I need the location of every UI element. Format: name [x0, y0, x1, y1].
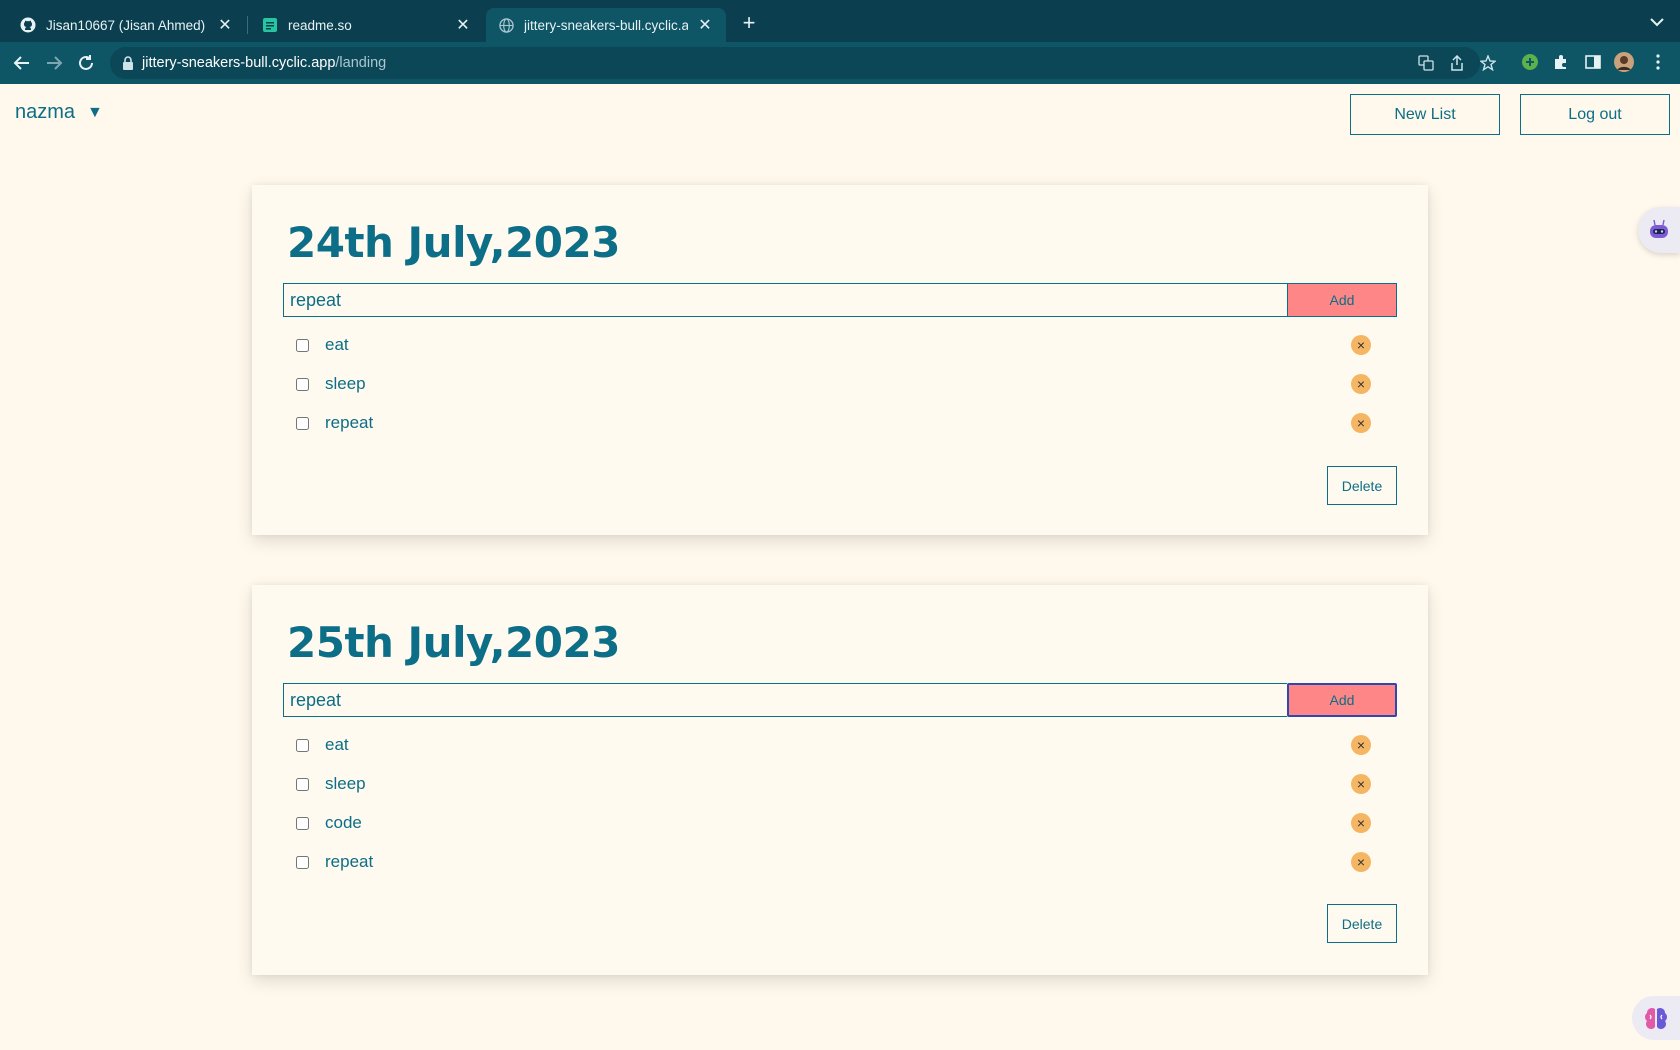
list-item: repeat × [296, 410, 1371, 436]
close-tab-icon[interactable]: ✕ [454, 15, 472, 35]
url-host: jittery-sneakers-bull.cyclic.app [142, 55, 336, 71]
robot-assistant-icon[interactable] [1638, 207, 1680, 253]
tab-title: Jisan10667 (Jisan Ahmed) [46, 17, 206, 33]
remove-item-x-icon[interactable]: × [1351, 735, 1371, 755]
browser-tab-readme[interactable]: readme.so ✕ [250, 8, 484, 42]
delete-list-button[interactable]: Delete [1327, 904, 1397, 943]
url-path: /landing [335, 55, 387, 71]
side-panel-icon[interactable] [1583, 52, 1603, 72]
item-checkbox[interactable] [296, 377, 309, 391]
bookmark-star-icon[interactable] [1479, 54, 1497, 72]
new-list-button[interactable]: New List [1350, 94, 1500, 135]
add-item-row: Add [283, 683, 1397, 717]
new-item-input[interactable] [283, 683, 1287, 717]
forward-arrow-icon[interactable] [43, 52, 65, 74]
delete-list-button[interactable]: Delete [1327, 466, 1397, 505]
caret-down-icon: ▼ [87, 103, 103, 121]
new-item-input[interactable] [283, 283, 1287, 317]
profile-avatar[interactable] [1614, 52, 1634, 72]
username: nazma [15, 101, 76, 123]
share-icon[interactable] [1448, 54, 1466, 72]
list-item: repeat × [296, 849, 1371, 875]
remove-item-x-icon[interactable]: × [1351, 774, 1371, 794]
item-checkbox[interactable] [296, 338, 309, 352]
brain-extension-icon[interactable] [1632, 996, 1680, 1040]
list-item: sleep × [296, 371, 1371, 397]
close-tab-icon[interactable]: ✕ [696, 15, 714, 35]
item-label: sleep [325, 774, 366, 793]
item-label: eat [325, 735, 349, 754]
github-icon [20, 17, 36, 33]
list-date-title: 24th July,2023 [287, 218, 620, 267]
user-menu[interactable]: nazma ▼ [15, 101, 103, 124]
item-label: repeat [325, 413, 374, 432]
extension-green-icon[interactable] [1520, 52, 1540, 72]
tab-search-chevron-icon[interactable] [1650, 14, 1664, 30]
extensions-puzzle-icon[interactable] [1551, 52, 1571, 72]
close-tab-icon[interactable]: ✕ [216, 15, 234, 35]
browser-menu-icon[interactable] [1648, 52, 1668, 72]
lock-icon[interactable] [122, 56, 134, 70]
item-label: code [325, 813, 362, 832]
browser-tab-active[interactable]: jittery-sneakers-bull.cyclic.app ✕ [486, 8, 726, 42]
item-label: repeat [325, 852, 374, 871]
translate-icon[interactable] [1417, 54, 1435, 72]
todo-list-card: 25th July,2023 Add eat × sleep × code × … [252, 585, 1428, 975]
remove-item-x-icon[interactable]: × [1351, 852, 1371, 872]
item-label: sleep [325, 374, 366, 393]
item-checkbox[interactable] [296, 855, 309, 869]
list-item: eat × [296, 332, 1371, 358]
add-button[interactable]: Add [1287, 283, 1397, 317]
remove-item-x-icon[interactable]: × [1351, 813, 1371, 833]
item-checkbox[interactable] [296, 738, 309, 752]
remove-item-x-icon[interactable]: × [1351, 335, 1371, 355]
list-item: eat × [296, 732, 1371, 758]
item-checkbox[interactable] [296, 416, 309, 430]
url-text[interactable]: jittery-sneakers-bull.cyclic.app/landing [142, 55, 386, 71]
tab-title: readme.so [288, 17, 352, 33]
todo-list-card: 24th July,2023 Add eat × sleep × repeat … [252, 185, 1428, 535]
item-checkbox[interactable] [296, 816, 309, 830]
globe-icon [498, 17, 514, 33]
readme-icon [262, 17, 278, 33]
back-arrow-icon[interactable] [11, 52, 33, 74]
tab-separator [247, 16, 248, 34]
browser-tab-github[interactable]: Jisan10667 (Jisan Ahmed) ✕ [8, 8, 246, 42]
add-button[interactable]: Add [1287, 683, 1397, 717]
address-bar[interactable]: jittery-sneakers-bull.cyclic.app/landing [110, 47, 1496, 79]
add-item-row: Add [283, 283, 1397, 317]
item-label: eat [325, 335, 349, 354]
browser-toolbar: jittery-sneakers-bull.cyclic.app/landing [0, 42, 1680, 84]
browser-tab-bar: Jisan10667 (Jisan Ahmed) ✕ readme.so ✕ j… [0, 0, 1680, 42]
list-item: sleep × [296, 771, 1371, 797]
reload-icon[interactable] [75, 52, 97, 74]
logout-button[interactable]: Log out [1520, 94, 1670, 135]
remove-item-x-icon[interactable]: × [1351, 374, 1371, 394]
new-tab-plus-icon[interactable]: + [738, 12, 760, 34]
list-item: code × [296, 810, 1371, 836]
item-checkbox[interactable] [296, 777, 309, 791]
tab-title: jittery-sneakers-bull.cyclic.app [524, 17, 688, 33]
list-date-title: 25th July,2023 [287, 618, 620, 667]
remove-item-x-icon[interactable]: × [1351, 413, 1371, 433]
